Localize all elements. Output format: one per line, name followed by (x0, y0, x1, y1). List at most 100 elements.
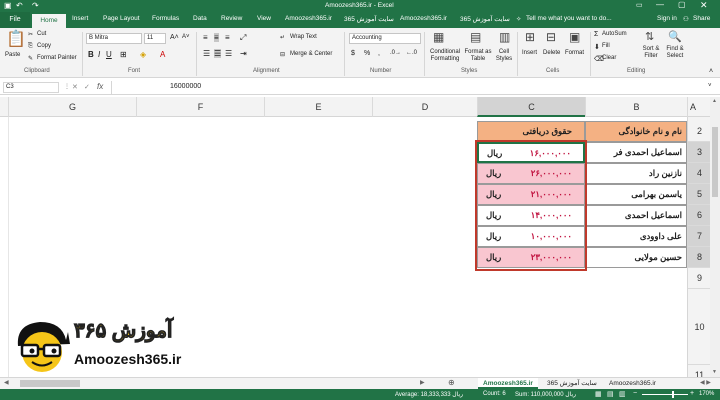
align-middle-icon[interactable]: ≡ (214, 33, 219, 42)
conditional-formatting-icon[interactable]: ▦ (433, 31, 444, 43)
column-header-f[interactable]: F (136, 97, 264, 117)
tab-formulas[interactable]: Formulas (152, 15, 179, 22)
italic-button[interactable]: I (98, 50, 100, 59)
delete-cells-button[interactable]: Delete (543, 50, 560, 56)
decrease-decimal-icon[interactable]: ←.0 (406, 50, 417, 56)
name-cell[interactable]: حسین مولایی (585, 247, 687, 268)
font-name-select[interactable]: B Mitra (86, 33, 142, 44)
underline-button[interactable]: U (106, 50, 112, 59)
wrap-text-button[interactable]: Wrap Text (290, 34, 317, 40)
row-header-6[interactable]: 6 (688, 205, 711, 226)
row-header-7[interactable]: 7 (688, 226, 711, 247)
merge-icon[interactable]: ⊟ (280, 51, 285, 58)
indent-icon[interactable]: ⇥ (240, 49, 247, 58)
row-header-10[interactable]: 10 (688, 289, 711, 365)
sheet-tab[interactable]: سایت آموزش 365 (542, 378, 602, 389)
number-format-select[interactable]: Accounting (349, 33, 421, 44)
tab-data[interactable]: Data (193, 15, 207, 22)
bold-button[interactable]: B (88, 50, 94, 59)
share-icon[interactable]: ⚇ (683, 15, 689, 23)
column-header-g[interactable]: G (8, 97, 136, 117)
align-top-icon[interactable]: ≡ (203, 33, 208, 42)
increase-decimal-icon[interactable]: .0→ (390, 50, 401, 56)
row-header-4[interactable]: 4 (688, 163, 711, 184)
page-break-view-icon[interactable]: ▥ (619, 390, 626, 398)
align-left-icon[interactable]: ☰ (203, 49, 210, 58)
cut-icon[interactable]: ✂ (28, 31, 33, 38)
font-size-select[interactable]: 11 (144, 33, 166, 44)
row-header-8[interactable]: 8 (688, 247, 711, 268)
zoom-in-icon[interactable]: + (690, 390, 694, 397)
format-as-table-icon[interactable]: ▤ (470, 31, 481, 43)
sort-filter-button[interactable]: Sort & Filter (640, 46, 662, 60)
autosum-icon[interactable]: Σ (594, 31, 598, 38)
clear-button[interactable]: Clear (602, 55, 616, 61)
undo-icon[interactable]: ↶ (16, 1, 23, 10)
row-header-9[interactable]: 9 (688, 268, 711, 289)
formula-menu-icon[interactable]: ⋮ (64, 83, 70, 90)
copy-button[interactable]: Copy (37, 43, 51, 49)
formula-input[interactable]: 16000000 (170, 83, 201, 90)
comma-icon[interactable]: , (378, 50, 380, 57)
save-icon[interactable]: ▣ (4, 1, 12, 10)
shrink-font-icon[interactable]: A˅ (182, 34, 190, 40)
row-header-2[interactable]: 2 (688, 121, 711, 142)
tell-me-input[interactable]: Tell me what you want to do... (526, 15, 612, 22)
sign-in-link[interactable]: Sign in (657, 15, 677, 22)
cancel-icon[interactable]: ✕ (72, 83, 78, 91)
fill-color-icon[interactable]: ◈ (140, 50, 146, 59)
currency-icon[interactable]: $ (351, 50, 355, 57)
sort-filter-icon[interactable]: ⇅ (645, 32, 654, 43)
name-cell[interactable]: اسماعیل احمدی فر (585, 142, 687, 163)
scroll-right-icon[interactable]: ▶ (420, 379, 425, 386)
zoom-slider[interactable] (642, 394, 688, 395)
redo-icon[interactable]: ↷ (32, 1, 39, 10)
close-icon[interactable]: ✕ (700, 0, 708, 11)
tab-insert[interactable]: Insert (72, 15, 88, 22)
header-salary-cell[interactable]: حقوق دریافتی (477, 121, 585, 142)
scroll-up-icon[interactable]: ▲ (712, 98, 717, 104)
fill-button[interactable]: Fill (602, 43, 610, 49)
insert-function-icon[interactable]: fx (97, 82, 103, 91)
grow-font-icon[interactable]: A˄ (170, 34, 179, 41)
tab-amoozesh-2[interactable]: Amoozesh365.ir (400, 15, 447, 22)
tab-review[interactable]: Review (221, 15, 242, 22)
header-name-cell[interactable]: نام و نام خانوادگی (585, 121, 687, 142)
tab-view[interactable]: View (257, 15, 271, 22)
format-painter-icon[interactable]: ✎ (28, 55, 33, 62)
merge-center-button[interactable]: Merge & Center (290, 51, 332, 57)
column-header-c[interactable]: C (477, 97, 585, 117)
page-layout-view-icon[interactable]: ▤ (607, 390, 614, 398)
tab-file[interactable]: File (0, 12, 30, 28)
zoom-level[interactable]: 170% (699, 391, 714, 397)
wrap-text-icon[interactable]: ↵ (280, 34, 285, 41)
name-box[interactable]: C3 (3, 82, 59, 93)
cut-button[interactable]: Cut (37, 31, 46, 37)
scroll-thumb[interactable] (712, 127, 718, 197)
column-header-e[interactable]: E (264, 97, 372, 117)
align-center-icon[interactable]: ☰ (214, 49, 222, 58)
tab-site-1[interactable]: سایت آموزش 365 (344, 15, 394, 23)
align-right-icon[interactable]: ☰ (225, 49, 232, 58)
normal-view-icon[interactable]: ▦ (595, 390, 602, 398)
row-header-5[interactable]: 5 (688, 184, 711, 205)
column-header-d[interactable]: D (372, 97, 477, 117)
zoom-slider-thumb[interactable] (672, 391, 674, 398)
paste-icon[interactable]: 📋 (6, 32, 26, 48)
ribbon-options-icon[interactable]: ▭ (636, 1, 643, 9)
conditional-formatting-button[interactable]: Conditional Formatting (427, 49, 463, 63)
find-select-button[interactable]: Find & Select (664, 46, 686, 60)
tab-site-2[interactable]: سایت آموزش 365 (460, 15, 510, 23)
row-header-3[interactable]: 3 (688, 142, 711, 163)
delete-cells-icon[interactable]: ⊟ (546, 31, 556, 43)
column-header-b[interactable]: B (585, 97, 687, 117)
align-bottom-icon[interactable]: ≡ (225, 33, 230, 42)
sheet-nav-icon[interactable]: ◀ ▶ (700, 379, 711, 386)
fill-icon[interactable]: ⬇ (594, 43, 600, 51)
format-cells-icon[interactable]: ▣ (569, 31, 580, 43)
name-cell[interactable]: یاسمن بهرامی (585, 184, 687, 205)
share-button[interactable]: Share (693, 15, 710, 22)
cell-styles-button[interactable]: Cell Styles (493, 49, 515, 63)
maximize-icon[interactable]: ▢ (678, 0, 686, 9)
format-cells-button[interactable]: Format (565, 50, 584, 56)
